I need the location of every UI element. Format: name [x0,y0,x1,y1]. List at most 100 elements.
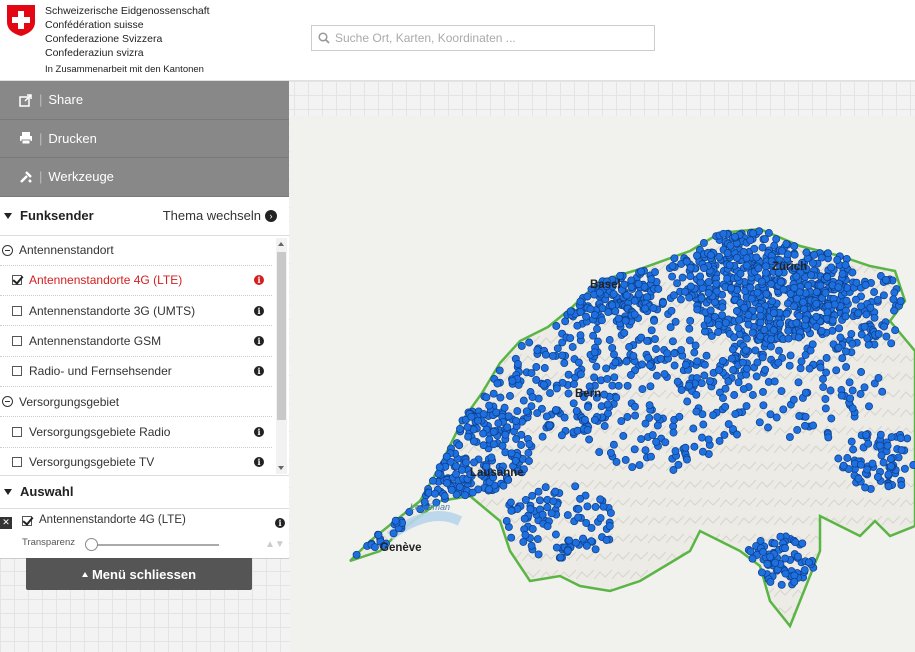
antenna-point[interactable] [860,383,869,392]
antenna-point[interactable] [748,554,757,563]
checkbox[interactable] [12,275,22,286]
checkbox[interactable] [12,305,22,316]
antenna-point[interactable] [827,263,836,272]
antenna-point[interactable] [528,491,537,500]
antenna-point[interactable] [828,316,837,325]
antenna-point[interactable] [561,317,570,326]
scroll-up-icon[interactable] [278,241,284,246]
antenna-point[interactable] [645,401,654,410]
antenna-point[interactable] [778,246,786,255]
antenna-point[interactable] [847,437,856,446]
antenna-point[interactable] [671,447,680,456]
antenna-point[interactable] [606,448,615,457]
antenna-point[interactable] [661,438,670,447]
antenna-point[interactable] [630,310,639,319]
antenna-point[interactable] [812,299,821,308]
antenna-point[interactable] [564,389,573,398]
antenna-point[interactable] [524,449,533,457]
antenna-point[interactable] [808,259,817,268]
antenna-point[interactable] [468,488,477,497]
antenna-point[interactable] [551,405,560,414]
antenna-point[interactable] [649,304,658,313]
antenna-point[interactable] [431,489,439,498]
antenna-point[interactable] [822,353,831,362]
antenna-point[interactable] [748,391,757,399]
antenna-point[interactable] [582,541,591,550]
antenna-point[interactable] [686,316,695,325]
antenna-point[interactable] [696,272,705,281]
antenna-point[interactable] [784,334,793,343]
antenna-point[interactable] [864,439,873,448]
antenna-point[interactable] [463,423,472,432]
antenna-point[interactable] [611,307,620,316]
antenna-point[interactable] [703,315,712,324]
antenna-point[interactable] [653,413,662,422]
antenna-point[interactable] [626,371,635,379]
antenna-point[interactable] [570,380,579,389]
antenna-point[interactable] [748,328,757,337]
antenna-point[interactable] [794,378,803,387]
antenna-point[interactable] [590,415,599,424]
antenna-point[interactable] [876,430,885,439]
antenna-point[interactable] [827,414,836,423]
antenna-point[interactable] [707,331,716,340]
antenna-point[interactable] [718,357,727,365]
antenna-point[interactable] [528,393,537,402]
antenna-point[interactable] [612,393,621,402]
antenna-point[interactable] [502,517,511,525]
antenna-point[interactable] [790,250,799,259]
transparency-slider-handle[interactable] [85,537,98,551]
antenna-point[interactable] [789,395,798,404]
antenna-point[interactable] [857,368,866,376]
antenna-point[interactable] [854,474,863,483]
checkbox[interactable] [12,366,22,377]
antenna-point[interactable] [739,385,748,394]
antenna-point[interactable] [630,445,639,454]
antenna-point[interactable] [861,483,870,492]
antenna-point[interactable] [552,384,561,393]
antenna-point[interactable] [606,508,615,517]
antenna-point[interactable] [700,371,709,380]
antenna-point[interactable] [873,472,882,481]
info-icon[interactable]: i [254,426,264,437]
antenna-point[interactable] [374,530,383,539]
antenna-point[interactable] [742,402,751,411]
antenna-point[interactable] [456,424,464,433]
antenna-point[interactable] [652,371,661,380]
antenna-point[interactable] [909,461,915,469]
antenna-point[interactable] [795,312,804,321]
antenna-point[interactable] [736,269,745,278]
antenna-point[interactable] [685,293,694,302]
antenna-point[interactable] [721,318,730,327]
antenna-point[interactable] [843,454,852,462]
antenna-point[interactable] [576,297,585,306]
antenna-point[interactable] [534,550,543,559]
antenna-point[interactable] [493,379,502,388]
antenna-point[interactable] [597,316,606,325]
antenna-point[interactable] [462,458,470,467]
antenna-point[interactable] [704,277,713,286]
antenna-point[interactable] [551,530,560,539]
antenna-point[interactable] [842,362,851,371]
antenna-point[interactable] [494,419,503,428]
antenna-point[interactable] [513,407,522,416]
antenna-point[interactable] [697,294,706,303]
antenna-point[interactable] [750,244,759,253]
antenna-point[interactable] [643,293,651,302]
antenna-point[interactable] [507,506,516,515]
antenna-point[interactable] [749,229,758,238]
antenna-point[interactable] [772,413,781,422]
antenna-point[interactable] [699,239,708,247]
antenna-point[interactable] [870,288,879,297]
layer-item[interactable]: Versorgungsgebiete TV i [0,448,272,475]
antenna-point[interactable] [863,465,872,474]
antenna-point[interactable] [874,329,883,338]
antenna-point[interactable] [821,395,830,403]
antenna-point[interactable] [792,272,801,281]
antenna-point[interactable] [629,351,638,360]
antenna-point[interactable] [548,351,557,360]
antenna-point[interactable] [732,253,741,262]
antenna-point[interactable] [489,440,498,449]
antenna-point[interactable] [611,358,620,367]
antenna-point[interactable] [702,351,711,360]
